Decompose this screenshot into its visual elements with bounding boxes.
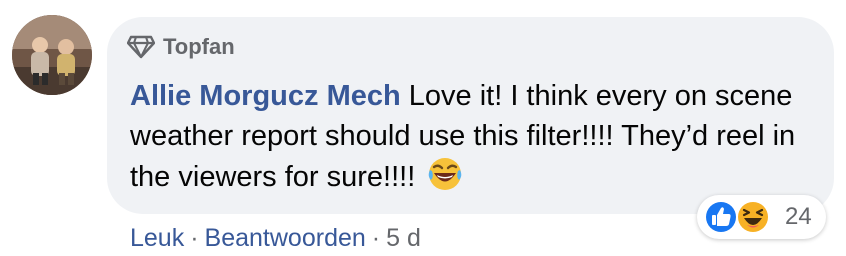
haha-reaction-icon xyxy=(736,200,770,234)
comment-actions: Leuk · Beantwoorden · 5 d xyxy=(130,221,421,255)
like-reaction-icon xyxy=(704,200,738,234)
separator: · xyxy=(371,223,381,252)
separator: · xyxy=(190,223,199,252)
comment-author-link[interactable]: Allie Morgucz Mech xyxy=(130,80,401,112)
like-link[interactable]: Leuk xyxy=(130,224,184,253)
avatar[interactable] xyxy=(12,15,92,95)
laughing-emoji-icon xyxy=(429,158,462,190)
diamond-icon xyxy=(127,35,155,59)
reaction-count: 24 xyxy=(785,203,812,230)
reactions-summary[interactable]: 24 xyxy=(697,195,826,239)
badge-label: Topfan xyxy=(163,34,235,59)
topfan-badge[interactable]: Topfan xyxy=(127,34,235,60)
comment-bubble: Topfan Allie Morgucz Mech Love it! I thi… xyxy=(107,17,834,214)
reply-link[interactable]: Beantwoorden xyxy=(205,224,366,253)
timestamp-link[interactable]: 5 d xyxy=(386,224,421,253)
comment-body: Allie Morgucz Mech Love it! I think ever… xyxy=(130,76,820,197)
profile-photo xyxy=(12,15,92,95)
